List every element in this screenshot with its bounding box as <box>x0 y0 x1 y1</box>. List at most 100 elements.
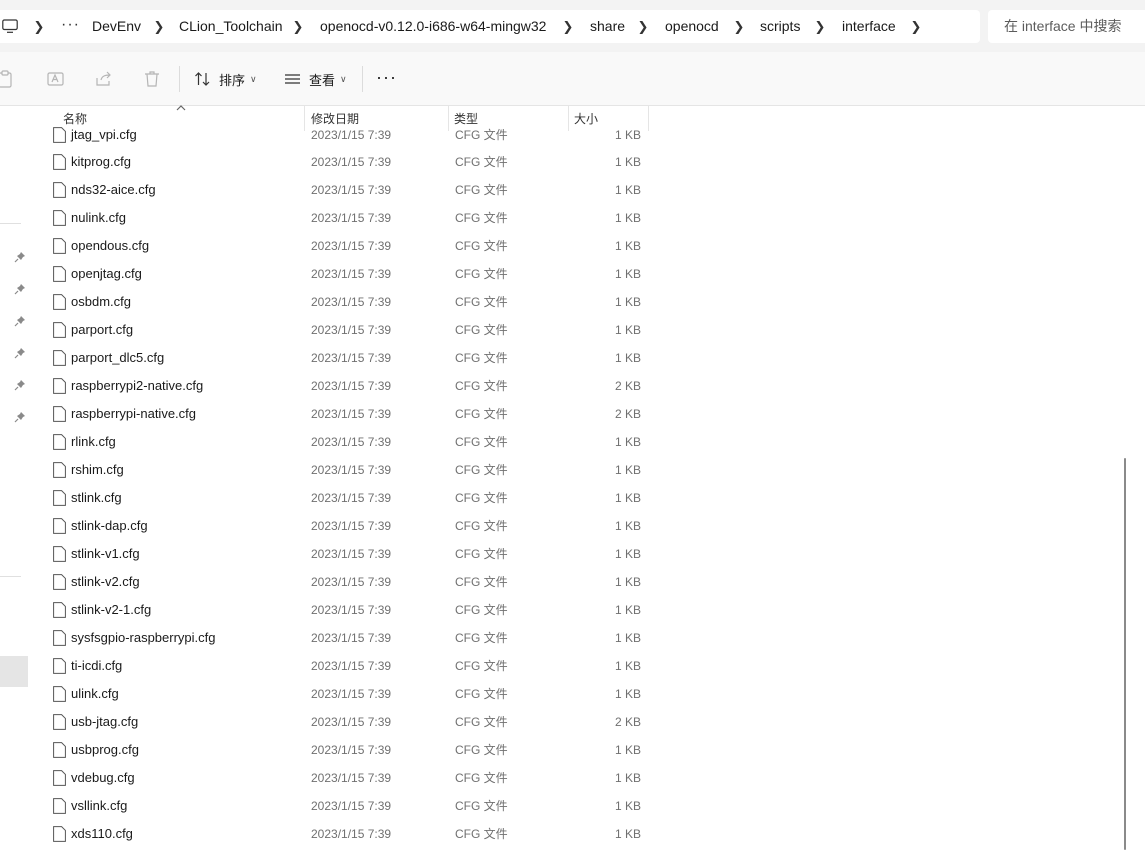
this-pc-icon[interactable] <box>2 18 18 34</box>
column-header-type[interactable]: 类型 <box>454 106 478 131</box>
file-date: 2023/1/15 7:39 <box>311 491 392 505</box>
breadcrumb-item-share[interactable]: share <box>590 10 625 43</box>
paste-icon[interactable] <box>0 69 16 89</box>
breadcrumb-item-scripts[interactable]: scripts <box>760 10 800 43</box>
file-name: stlink-v2-1.cfg <box>71 602 152 617</box>
chevron-right-icon[interactable]: ❯ <box>31 10 47 43</box>
search-input[interactable]: 在 interface 中搜索 <box>988 10 1145 43</box>
chevron-right-icon[interactable]: ❯ <box>560 10 576 43</box>
file-row[interactable]: stlink-v1.cfg 2023/1/15 7:39 CFG 文件 1 KB <box>31 540 691 568</box>
file-icon <box>53 602 66 618</box>
file-row[interactable]: raspberrypi2-native.cfg 2023/1/15 7:39 C… <box>31 372 691 400</box>
file-icon <box>53 798 66 814</box>
file-row[interactable]: osbdm.cfg 2023/1/15 7:39 CFG 文件 1 KB <box>31 288 691 316</box>
chevron-right-icon[interactable]: ❯ <box>635 10 651 43</box>
pin-icon[interactable] <box>14 411 26 423</box>
sort-button[interactable]: 排序 ∨ <box>194 66 257 92</box>
column-divider[interactable] <box>304 106 305 131</box>
file-date: 2023/1/15 7:39 <box>311 631 392 645</box>
file-row[interactable]: rshim.cfg 2023/1/15 7:39 CFG 文件 1 KB <box>31 456 691 484</box>
file-row[interactable]: parport.cfg 2023/1/15 7:39 CFG 文件 1 KB <box>31 316 691 344</box>
breadcrumb-item-openocd[interactable]: openocd <box>665 10 719 43</box>
vertical-scrollbar[interactable] <box>1114 106 1145 863</box>
breadcrumb-overflow-button[interactable]: ··· <box>61 10 80 43</box>
share-icon[interactable] <box>94 69 114 89</box>
file-name: stlink.cfg <box>71 490 122 505</box>
file-date: 2023/1/15 7:39 <box>311 267 392 281</box>
file-name: stlink-dap.cfg <box>71 518 148 533</box>
file-row[interactable]: xds110.cfg 2023/1/15 7:39 CFG 文件 1 KB <box>31 820 691 848</box>
column-divider[interactable] <box>568 106 569 131</box>
pin-icon[interactable] <box>14 379 26 391</box>
delete-icon[interactable] <box>142 69 162 89</box>
file-icon <box>53 518 66 534</box>
chevron-right-icon[interactable]: ❯ <box>151 10 167 43</box>
file-size: 1 KB <box>614 575 641 589</box>
column-header-size[interactable]: 大小 <box>574 106 598 131</box>
file-date: 2023/1/15 7:39 <box>311 351 392 365</box>
breadcrumb-item-interface[interactable]: interface <box>842 10 896 43</box>
file-row[interactable]: usbprog.cfg 2023/1/15 7:39 CFG 文件 1 KB <box>31 736 691 764</box>
view-button[interactable]: 查看 ∨ <box>284 66 347 92</box>
file-row[interactable]: ti-icdi.cfg 2023/1/15 7:39 CFG 文件 1 KB <box>31 652 691 680</box>
file-row[interactable]: stlink.cfg 2023/1/15 7:39 CFG 文件 1 KB <box>31 484 691 512</box>
scrollbar-thumb[interactable] <box>1124 458 1126 850</box>
file-row[interactable]: stlink-dap.cfg 2023/1/15 7:39 CFG 文件 1 K… <box>31 512 691 540</box>
column-divider[interactable] <box>648 106 649 131</box>
file-date: 2023/1/15 7:39 <box>311 743 392 757</box>
file-row[interactable]: stlink-v2-1.cfg 2023/1/15 7:39 CFG 文件 1 … <box>31 596 691 624</box>
file-date: 2023/1/15 7:39 <box>311 771 392 785</box>
file-row[interactable]: nulink.cfg 2023/1/15 7:39 CFG 文件 1 KB <box>31 204 691 232</box>
file-size: 1 KB <box>614 323 641 337</box>
rename-icon[interactable] <box>46 69 66 89</box>
file-row[interactable]: vdebug.cfg 2023/1/15 7:39 CFG 文件 1 KB <box>31 764 691 792</box>
chevron-right-icon[interactable]: ❯ <box>812 10 828 43</box>
breadcrumb[interactable]: ❯ ··· DevEnv ❯ CLion_Toolchain ❯ openocd… <box>0 10 980 43</box>
breadcrumb-item-devenv[interactable]: DevEnv <box>92 10 141 43</box>
file-date: 2023/1/15 7:39 <box>311 575 392 589</box>
more-options-button[interactable]: ··· <box>376 66 397 92</box>
file-type: CFG 文件 <box>455 827 508 841</box>
file-row[interactable]: sysfsgpio-raspberrypi.cfg 2023/1/15 7:39… <box>31 624 691 652</box>
file-row[interactable]: rlink.cfg 2023/1/15 7:39 CFG 文件 1 KB <box>31 428 691 456</box>
file-type: CFG 文件 <box>455 267 508 281</box>
file-row[interactable]: ulink.cfg 2023/1/15 7:39 CFG 文件 1 KB <box>31 680 691 708</box>
file-row[interactable]: opendous.cfg 2023/1/15 7:39 CFG 文件 1 KB <box>31 232 691 260</box>
file-icon <box>53 322 66 338</box>
file-icon <box>53 210 66 226</box>
file-row[interactable]: openjtag.cfg 2023/1/15 7:39 CFG 文件 1 KB <box>31 260 691 288</box>
chevron-right-icon[interactable]: ❯ <box>731 10 747 43</box>
file-icon <box>53 546 66 562</box>
breadcrumb-item-clion-toolchain[interactable]: CLion_Toolchain <box>179 10 283 43</box>
file-row[interactable]: stlink-v2.cfg 2023/1/15 7:39 CFG 文件 1 KB <box>31 568 691 596</box>
pin-icon[interactable] <box>14 347 26 359</box>
file-size: 1 KB <box>614 239 641 253</box>
file-row[interactable]: nds32-aice.cfg 2023/1/15 7:39 CFG 文件 1 K… <box>31 176 691 204</box>
file-row[interactable]: usb-jtag.cfg 2023/1/15 7:39 CFG 文件 2 KB <box>31 708 691 736</box>
file-name: usbprog.cfg <box>71 742 139 757</box>
nav-selected-item[interactable] <box>0 656 28 687</box>
file-name: kitprog.cfg <box>71 154 131 169</box>
chevron-right-icon[interactable]: ❯ <box>908 10 924 43</box>
file-type: CFG 文件 <box>455 491 508 505</box>
column-header-date[interactable]: 修改日期 <box>311 106 359 131</box>
file-size: 1 KB <box>614 687 641 701</box>
column-header-name[interactable]: 名称 <box>63 106 87 131</box>
pin-icon[interactable] <box>14 283 26 295</box>
file-row[interactable]: parport_dlc5.cfg 2023/1/15 7:39 CFG 文件 1… <box>31 344 691 372</box>
file-row[interactable]: kitprog.cfg 2023/1/15 7:39 CFG 文件 1 KB <box>31 148 691 176</box>
chevron-right-icon[interactable]: ❯ <box>290 10 306 43</box>
file-size: 2 KB <box>614 715 641 729</box>
column-divider[interactable] <box>448 106 449 131</box>
column-header: 名称 修改日期 类型 大小 <box>31 105 1111 131</box>
pin-icon[interactable] <box>14 251 26 263</box>
breadcrumb-item-openocd-version[interactable]: openocd-v0.12.0-i686-w64-mingw32 <box>320 10 546 43</box>
view-label: 查看 <box>309 72 336 88</box>
file-name: usb-jtag.cfg <box>71 714 139 729</box>
pin-icon[interactable] <box>14 315 26 327</box>
file-row[interactable]: raspberrypi-native.cfg 2023/1/15 7:39 CF… <box>31 400 691 428</box>
file-icon <box>53 462 66 478</box>
file-size: 1 KB <box>614 155 641 169</box>
file-row[interactable]: vsllink.cfg 2023/1/15 7:39 CFG 文件 1 KB <box>31 792 691 820</box>
nav-divider <box>0 576 21 577</box>
